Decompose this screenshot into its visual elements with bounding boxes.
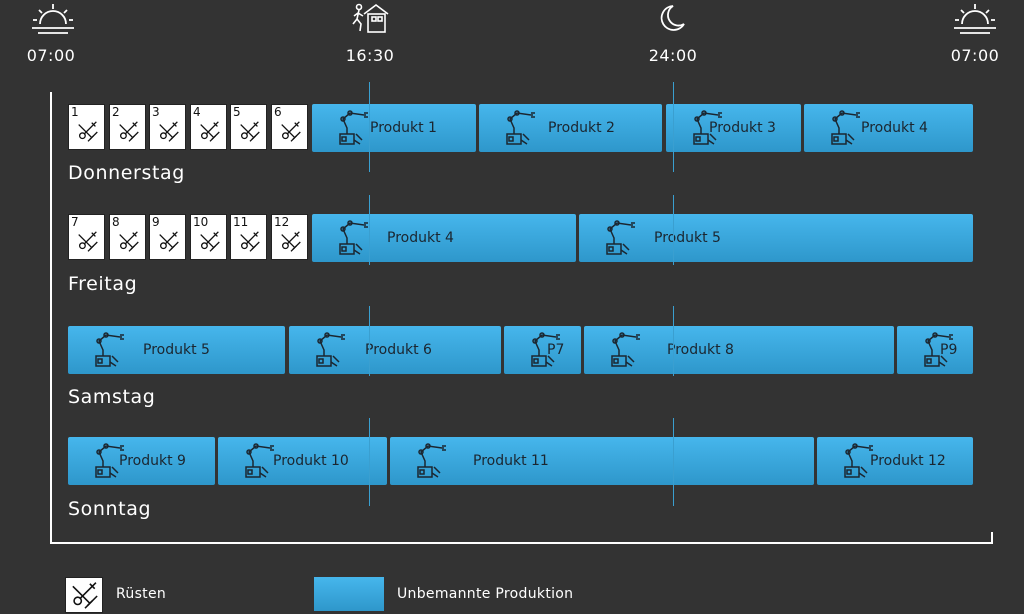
setup-block: 9 — [149, 214, 186, 260]
production-label: Produkt 8 — [667, 342, 734, 358]
time-divider-line — [369, 82, 370, 172]
time-divider-line — [673, 82, 674, 172]
setup-block: 10 — [190, 214, 227, 260]
production-label: Produkt 2 — [548, 120, 615, 136]
time-label-start: 07:00 — [26, 46, 76, 65]
worker-leaving-icon — [350, 2, 390, 36]
production-label: Produkt 5 — [654, 230, 721, 246]
time-divider-line — [673, 195, 674, 265]
production-label: Produkt 1 — [370, 120, 437, 136]
setup-block: 11 — [230, 214, 267, 260]
day-label: Freitag — [68, 273, 138, 295]
setup-block: 8 — [109, 214, 146, 260]
legend-setup-label: Rüsten — [116, 586, 167, 602]
setup-block: 1 — [68, 104, 105, 150]
legend-production-label: Unbemannte Produktion — [397, 586, 574, 602]
setup-tools-icon — [72, 582, 98, 609]
setup-block: 7 — [68, 214, 105, 260]
production-label: Produkt 9 — [119, 453, 186, 469]
setup-number: 4 — [193, 105, 201, 119]
setup-number: 3 — [152, 105, 160, 119]
time-divider-line — [673, 418, 674, 506]
production-block: P9 — [897, 326, 973, 374]
production-block: Produkt 11 — [390, 437, 814, 485]
time-divider-line — [369, 418, 370, 506]
setup-number: 2 — [112, 105, 120, 119]
setup-number: 12 — [274, 215, 290, 229]
setup-number: 7 — [71, 215, 79, 229]
production-block: Produkt 5 — [68, 326, 285, 374]
production-block: Produkt 4 — [312, 214, 576, 262]
setup-number: 10 — [193, 215, 209, 229]
production-label: Produkt 11 — [473, 453, 549, 469]
sunrise-icon — [952, 2, 996, 36]
production-label: Produkt 12 — [870, 453, 946, 469]
time-divider-line — [369, 195, 370, 265]
sunrise-icon — [30, 2, 74, 36]
production-label: Produkt 4 — [387, 230, 454, 246]
production-block: Produkt 4 — [804, 104, 973, 152]
time-label-evening: 16:30 — [345, 46, 395, 65]
moon-icon — [655, 2, 695, 36]
day-label: Sonntag — [68, 498, 152, 520]
setup-block: 6 — [271, 104, 308, 150]
axis-bottom — [50, 542, 993, 544]
production-label: P7 — [547, 342, 565, 358]
production-label: Produkt 6 — [365, 342, 432, 358]
time-label-end: 07:00 — [950, 46, 1000, 65]
time-label-midnight: 24:00 — [648, 46, 698, 65]
setup-block: 4 — [190, 104, 227, 150]
time-divider-line — [369, 306, 370, 376]
production-label: P9 — [940, 342, 958, 358]
production-block: Produkt 2 — [479, 104, 662, 152]
production-block: Produkt 5 — [579, 214, 973, 262]
production-block: Produkt 6 — [289, 326, 501, 374]
production-block: Produkt 3 — [666, 104, 801, 152]
setup-block: 5 — [230, 104, 267, 150]
setup-number: 6 — [274, 105, 282, 119]
setup-number: 5 — [233, 105, 241, 119]
setup-number: 11 — [233, 215, 249, 229]
setup-block: 12 — [271, 214, 308, 260]
time-divider-line — [673, 306, 674, 376]
axis-right-tick — [991, 532, 993, 544]
production-block: Produkt 10 — [218, 437, 387, 485]
production-block: Produkt 8 — [584, 326, 894, 374]
production-label: Produkt 5 — [143, 342, 210, 358]
production-block: Produkt 12 — [817, 437, 973, 485]
production-label: Produkt 4 — [861, 120, 928, 136]
legend-setup-swatch — [65, 577, 103, 613]
setup-number: 8 — [112, 215, 120, 229]
setup-block: 3 — [149, 104, 186, 150]
setup-block: 2 — [109, 104, 146, 150]
axis-left — [50, 92, 52, 544]
day-label: Samstag — [68, 386, 156, 408]
production-label: Produkt 10 — [273, 453, 349, 469]
production-label: Produkt 3 — [709, 120, 776, 136]
setup-number: 1 — [71, 105, 79, 119]
legend-production-swatch — [314, 577, 384, 611]
setup-number: 9 — [152, 215, 160, 229]
production-block: Produkt 9 — [68, 437, 215, 485]
production-block: Produkt 1 — [312, 104, 476, 152]
day-label: Donnerstag — [68, 162, 185, 184]
production-block: P7 — [504, 326, 581, 374]
